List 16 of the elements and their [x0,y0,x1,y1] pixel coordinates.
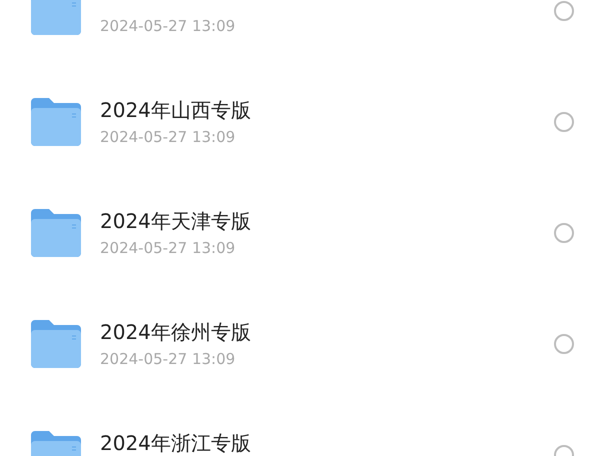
select-radio[interactable] [554,334,574,354]
modified-date: 2024-05-27 13:09 [100,349,236,370]
modified-date: 2024-05-27 13:09 [100,238,236,259]
folder-name: 2024年山西专版 [100,98,252,122]
folder-icon [28,318,84,370]
folder-name: 2024年天津专版 [100,209,252,233]
select-radio[interactable] [554,112,574,132]
folder-icon [28,0,84,37]
select-radio[interactable] [554,223,574,243]
select-radio[interactable] [554,1,574,21]
folder-icon [28,207,84,259]
modified-date: 2024-05-27 13:09 [100,127,236,148]
folder-icon [28,96,84,148]
modified-date: 2024-05-27 13:09 [100,16,236,37]
folder-name: 2024年徐州专版 [100,320,252,344]
folder-name: 2024年浙江专版 [100,431,252,455]
